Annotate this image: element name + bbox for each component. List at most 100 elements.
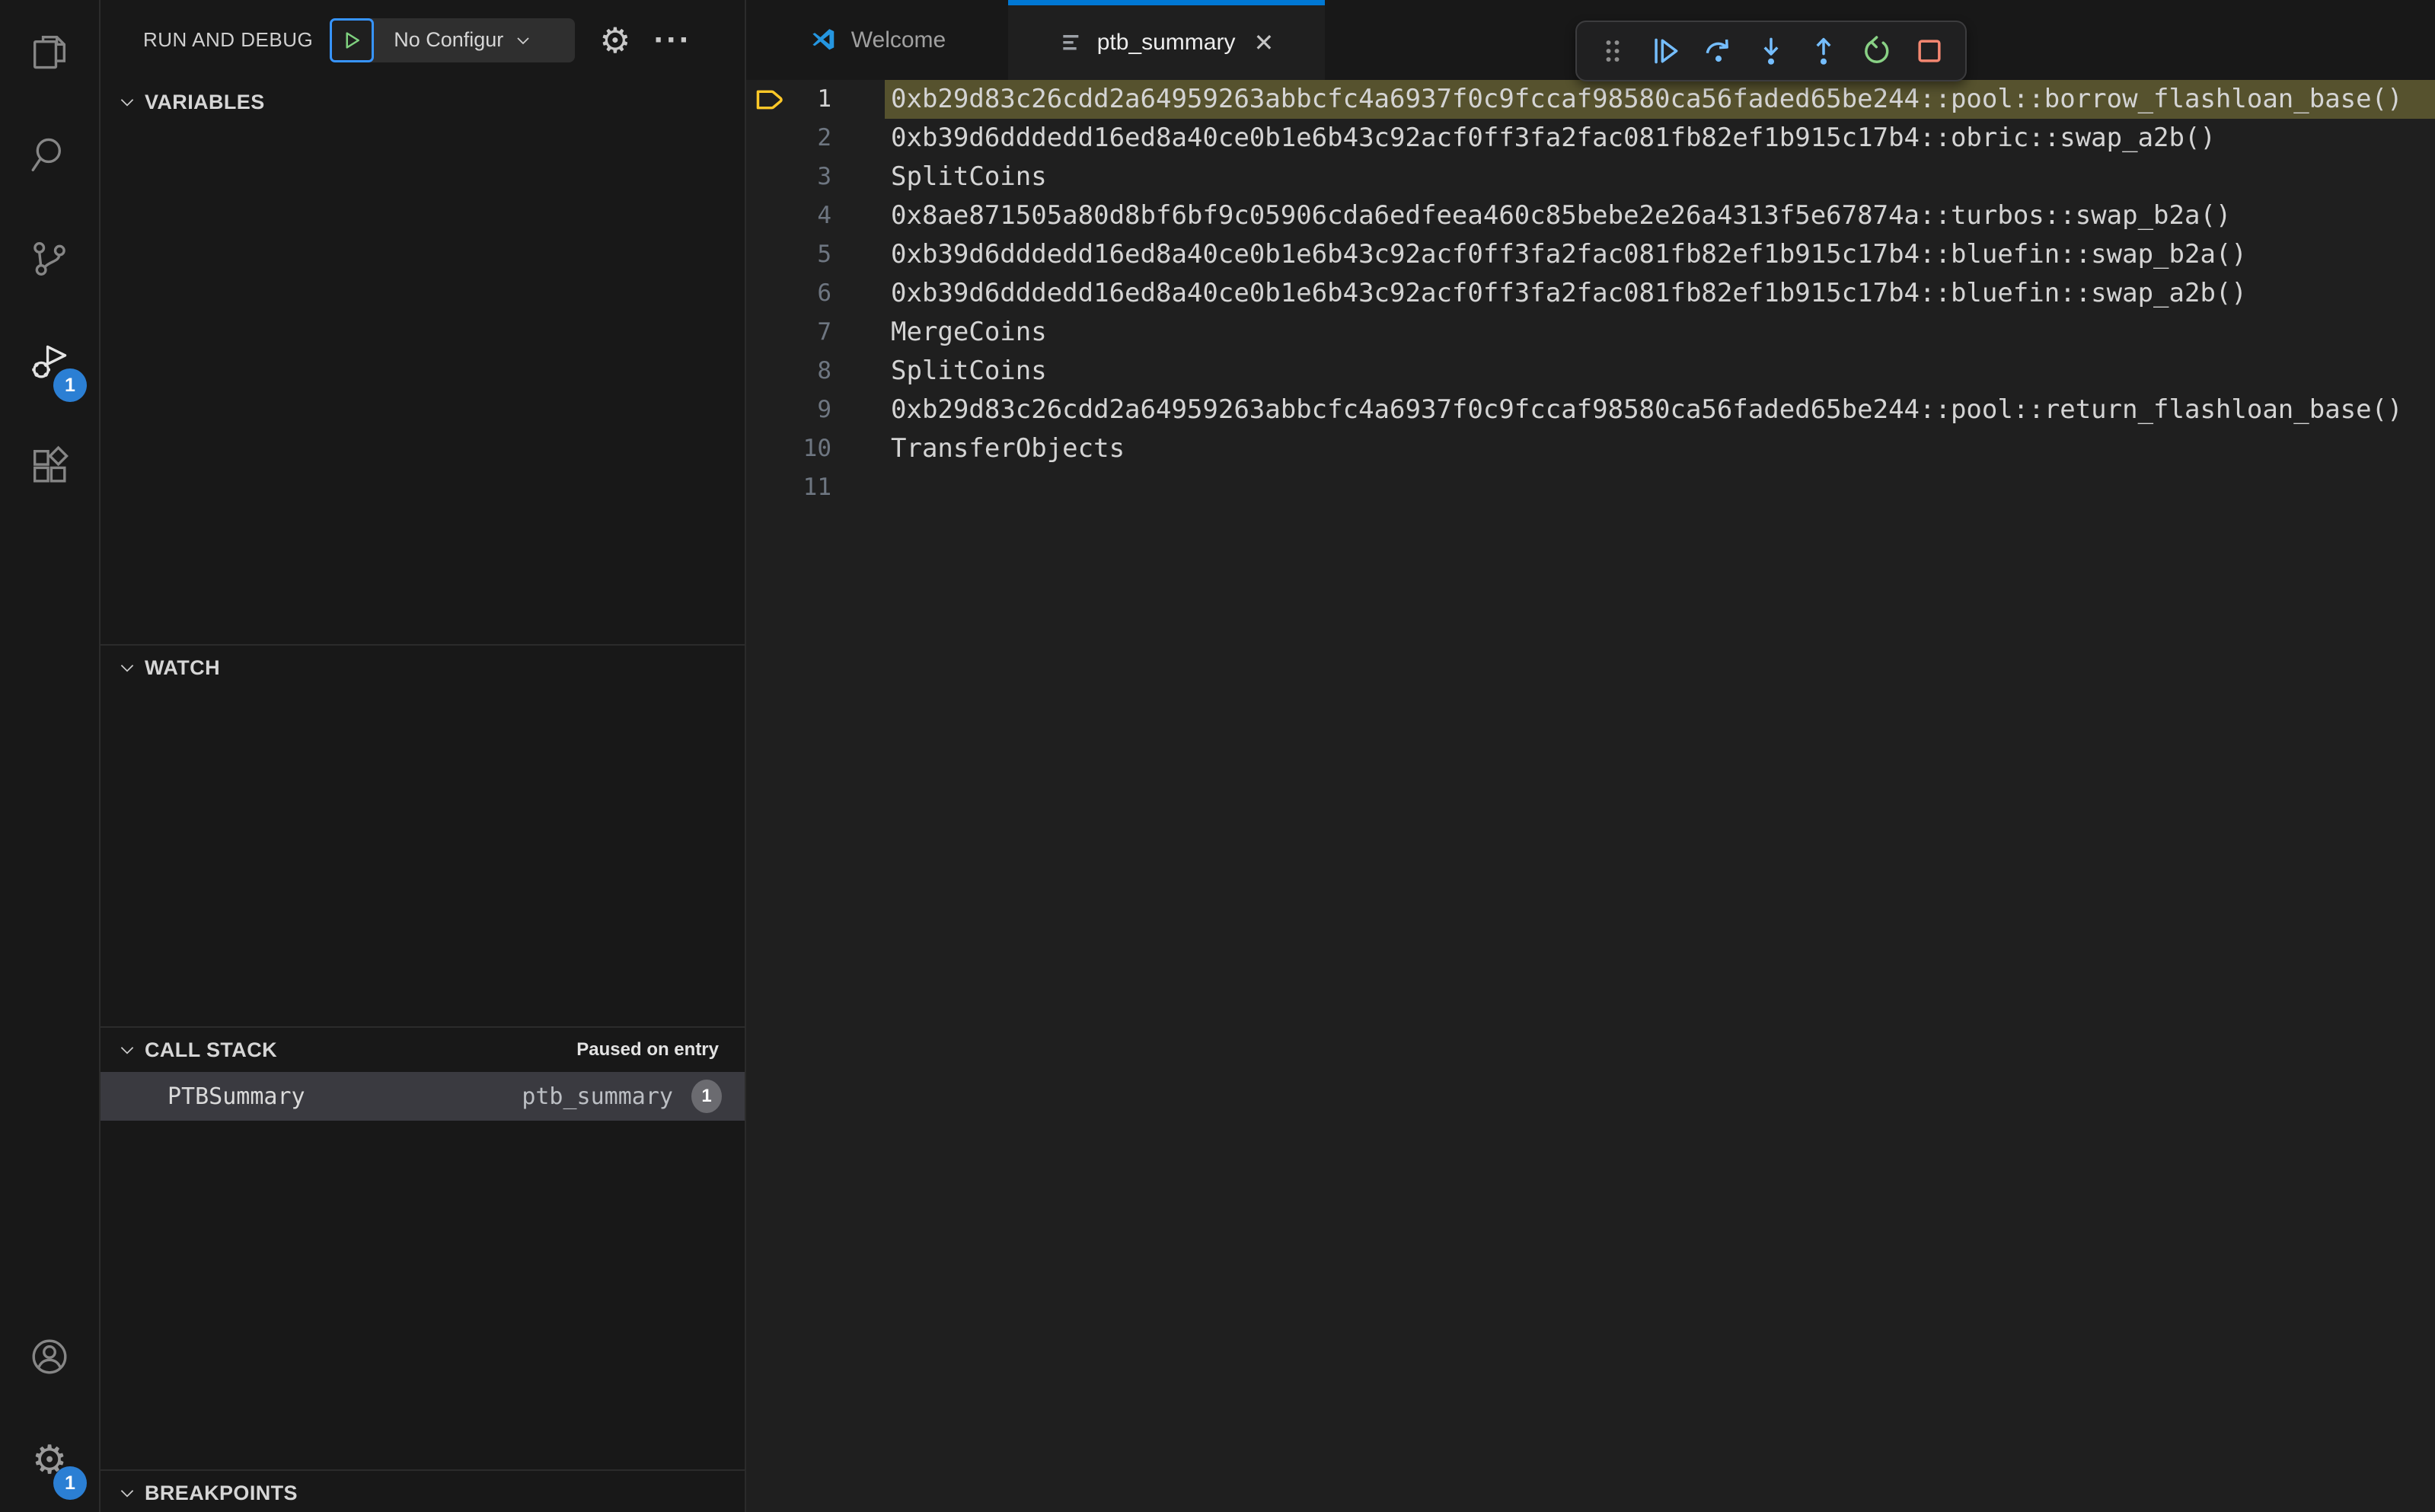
frame-name: PTBSummary <box>168 1083 305 1110</box>
code-line[interactable]: 5 0xb39d6dddedd16ed8a40ce0b1e6b43c92acf0… <box>746 235 2435 274</box>
code-line[interactable]: 6 0xb39d6dddedd16ed8a40ce0b1e6b43c92acf0… <box>746 274 2435 313</box>
chevron-down-icon <box>120 99 134 107</box>
code-text: 0x8ae871505a80d8bf6bf9c05906cda6edfeea46… <box>891 200 2232 231</box>
line-number[interactable]: 1 <box>792 80 831 119</box>
frame-badge: 1 <box>691 1080 722 1113</box>
run-and-debug-sidebar: RUN AND DEBUG No Configur ⚙ ··· VARIABLE… <box>101 0 746 1512</box>
breakpoints-section-header[interactable]: BREAKPOINTS <box>101 1471 745 1512</box>
call-stack-section-body <box>101 1121 745 1469</box>
step-over-icon <box>1706 39 1728 62</box>
code-line[interactable]: 8 SplitCoins <box>746 352 2435 391</box>
variables-section-header[interactable]: VARIABLES <box>101 80 745 124</box>
variables-section-body <box>101 124 745 644</box>
code-text: MergeCoins <box>891 317 1047 347</box>
variables-section: VARIABLES <box>101 80 745 644</box>
line-number[interactable]: 9 <box>792 391 831 429</box>
tab-close-button[interactable]: ✕ <box>1253 30 1274 55</box>
step-into-icon <box>1763 37 1779 65</box>
frame-meta: ptb_summary 1 <box>522 1080 722 1113</box>
stop-button[interactable] <box>1908 30 1951 72</box>
configuration-dropdown[interactable]: No Configur <box>371 18 576 62</box>
code-line[interactable]: 1 0xb29d83c26cdd2a64959263abbcfc4a6937f0… <box>746 80 2435 119</box>
call-stack-status: Paused on entry <box>576 1039 719 1060</box>
continue-button[interactable] <box>1644 30 1687 72</box>
activity-item-accounts[interactable] <box>0 1305 99 1408</box>
line-number[interactable]: 5 <box>792 235 831 274</box>
restart-button[interactable] <box>1856 30 1898 72</box>
code-line[interactable]: 3 SplitCoins <box>746 158 2435 196</box>
start-debugging-button[interactable] <box>330 18 375 62</box>
vscode-logo-icon <box>812 28 834 49</box>
call-stack-frame[interactable]: PTBSummary ptb_summary 1 <box>101 1072 745 1121</box>
line-number[interactable]: 6 <box>792 274 831 313</box>
activity-item-settings[interactable]: ⚙ 1 <box>0 1408 99 1512</box>
code-line[interactable]: 10 TransferObjects <box>746 429 2435 468</box>
play-icon <box>346 31 360 49</box>
line-number[interactable]: 10 <box>792 429 831 468</box>
code-editor[interactable]: 1 0xb29d83c26cdd2a64959263abbcfc4a6937f0… <box>746 80 2435 1512</box>
files-icon <box>33 35 66 69</box>
activity-item-extensions[interactable] <box>0 414 99 518</box>
settings-badge: 1 <box>53 1466 87 1500</box>
step-out-button[interactable] <box>1802 30 1845 72</box>
line-number[interactable]: 8 <box>792 352 831 391</box>
debug-badge: 1 <box>53 368 87 402</box>
breakpoints-section: BREAKPOINTS <box>101 1469 745 1512</box>
source-control-icon <box>34 242 65 276</box>
watch-section-body <box>101 690 745 1026</box>
activity-item-source-control[interactable] <box>0 207 99 311</box>
code-text: 0xb29d83c26cdd2a64959263abbcfc4a6937f0c9… <box>891 394 2403 425</box>
watch-section-label: WATCH <box>145 656 220 679</box>
activity-item-explorer[interactable] <box>0 0 99 104</box>
sidebar-title: RUN AND DEBUG <box>143 28 314 51</box>
restart-icon <box>1864 36 1889 63</box>
debug-current-line-icon[interactable] <box>746 88 792 111</box>
tab-label: ptb_summary <box>1096 30 1236 55</box>
line-number[interactable]: 3 <box>792 158 831 196</box>
code-text: SplitCoins <box>891 356 1047 386</box>
code-text: 0xb29d83c26cdd2a64959263abbcfc4a6937f0c9… <box>885 80 2435 119</box>
call-stack-section: CALL STACK Paused on entry PTBSummary pt… <box>101 1026 745 1469</box>
step-into-button[interactable] <box>1750 30 1792 72</box>
more-actions-button[interactable]: ··· <box>653 23 691 56</box>
step-over-button[interactable] <box>1697 30 1740 72</box>
launch-config-gear-button[interactable]: ⚙ <box>599 23 630 58</box>
code-line[interactable]: 2 0xb39d6dddedd16ed8a40ce0b1e6b43c92acf0… <box>746 119 2435 158</box>
watch-section-header[interactable]: WATCH <box>101 646 745 690</box>
chevron-down-icon <box>120 1490 134 1498</box>
debug-toolbar <box>1575 21 1967 81</box>
code-line[interactable]: 9 0xb29d83c26cdd2a64959263abbcfc4a6937f0… <box>746 391 2435 429</box>
breakpoints-section-label: BREAKPOINTS <box>145 1481 298 1504</box>
configuration-label: No Configur <box>394 28 504 51</box>
activity-item-search[interactable] <box>0 104 99 207</box>
call-stack-section-label: CALL STACK <box>145 1038 277 1061</box>
line-number[interactable]: 4 <box>792 196 831 235</box>
file-list-icon <box>1063 35 1079 50</box>
activity-item-run-and-debug[interactable]: 1 <box>0 311 99 414</box>
code-line[interactable]: 7 MergeCoins <box>746 313 2435 352</box>
code-text: 0xb39d6dddedd16ed8a40ce0b1e6b43c92acf0ff… <box>891 123 2216 153</box>
call-stack-section-header[interactable]: CALL STACK Paused on entry <box>101 1028 745 1072</box>
line-number[interactable]: 7 <box>792 313 831 352</box>
gripper-icon <box>1606 40 1620 62</box>
code-line[interactable]: 4 0x8ae871505a80d8bf6bf9c05906cda6edfeea… <box>746 196 2435 235</box>
editor-group: Welcome ptb_summary ✕ 1 0xb29d83c26cdd2a… <box>746 0 2435 1512</box>
tab-ptb-summary[interactable]: ptb_summary ✕ <box>1008 0 1325 80</box>
code-text: 0xb39d6dddedd16ed8a40ce0b1e6b43c92acf0ff… <box>891 239 2247 270</box>
chevron-down-icon <box>517 37 529 44</box>
code-line[interactable]: 11 <box>746 468 2435 507</box>
search-icon <box>31 138 61 172</box>
stop-icon <box>1918 40 1941 62</box>
launch-control: No Configur <box>330 18 576 62</box>
chevron-down-icon <box>120 1047 134 1054</box>
sidebar-header: RUN AND DEBUG No Configur ⚙ ··· <box>101 0 745 80</box>
line-number[interactable]: 11 <box>792 468 831 507</box>
code-text: SplitCoins <box>891 161 1047 192</box>
toolbar-drag-handle[interactable] <box>1591 30 1634 72</box>
line-number[interactable]: 2 <box>792 119 831 158</box>
frame-source: ptb_summary <box>522 1083 673 1110</box>
activity-bar: 1 ⚙ 1 <box>0 0 101 1512</box>
code-text: TransferObjects <box>891 433 1125 464</box>
step-out-icon <box>1816 37 1831 65</box>
tab-welcome[interactable]: Welcome <box>746 0 1008 80</box>
